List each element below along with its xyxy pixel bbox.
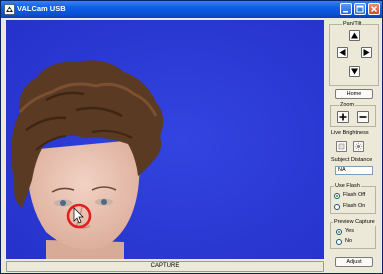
- app-window: VALCam USB CAPTURE Pan/Tilt Home Zoom Li…: [0, 0, 383, 274]
- radio-selected-dot: [338, 231, 340, 233]
- preview-yes-radio[interactable]: [336, 229, 342, 235]
- zoom-label: Zoom: [339, 102, 356, 109]
- arrow-down-icon: [351, 68, 358, 75]
- pan-tilt-label: Pan/Tilt: [342, 21, 363, 28]
- preview-capture-label: Preview Capture: [333, 219, 376, 226]
- close-icon: [370, 5, 378, 13]
- camera-app-icon: [4, 4, 15, 15]
- subject-distance-label: Subject Distance: [331, 157, 373, 163]
- brightness-down-button[interactable]: [336, 141, 347, 152]
- plus-icon: [339, 113, 347, 121]
- pan-tilt-group: Pan/Tilt: [329, 21, 379, 86]
- zoom-in-button[interactable]: [337, 111, 349, 123]
- live-brightness-label: Live Brightness: [331, 130, 369, 136]
- brightness-low-icon: [338, 143, 345, 150]
- minus-icon: [359, 116, 367, 118]
- flash-off-label[interactable]: Flash Off: [343, 192, 365, 199]
- arrow-right-icon: [363, 49, 370, 56]
- preview-no-radio[interactable]: [336, 239, 342, 245]
- adjust-button[interactable]: Adjust: [335, 257, 373, 267]
- minimize-icon: [343, 11, 348, 13]
- radio-selected-dot: [336, 195, 338, 197]
- control-panel: Pan/Tilt Home Zoom Live Brightness Subje…: [329, 20, 379, 272]
- maximize-button[interactable]: [354, 3, 366, 15]
- preview-image: [6, 20, 324, 259]
- flash-on-radio[interactable]: [334, 204, 340, 210]
- home-button[interactable]: Home: [335, 89, 373, 99]
- window-title: VALCam USB: [17, 4, 66, 13]
- pan-left-button[interactable]: [337, 47, 348, 58]
- brightness-high-icon: [354, 142, 363, 151]
- capture-button[interactable]: CAPTURE: [6, 261, 324, 272]
- preview-capture-group: Preview Capture Yes No: [330, 219, 376, 249]
- pan-right-button[interactable]: [361, 47, 372, 58]
- preview-no-label[interactable]: No: [345, 238, 352, 245]
- flash-on-label[interactable]: Flash On: [343, 203, 365, 210]
- close-button[interactable]: [368, 3, 380, 15]
- tilt-down-button[interactable]: [349, 66, 360, 77]
- zoom-group: Zoom: [330, 102, 376, 127]
- zoom-out-button[interactable]: [357, 111, 369, 123]
- arrow-left-icon: [339, 49, 346, 56]
- brightness-up-button[interactable]: [353, 141, 364, 152]
- preview-yes-label[interactable]: Yes: [345, 228, 354, 235]
- maximize-icon: [356, 5, 364, 13]
- flash-off-radio[interactable]: [334, 193, 340, 199]
- subject-distance-field: NA: [335, 166, 373, 175]
- arrow-up-icon: [351, 32, 358, 39]
- camera-preview[interactable]: [6, 20, 324, 259]
- minimize-button[interactable]: [340, 3, 352, 15]
- title-bar[interactable]: VALCam USB: [1, 1, 382, 18]
- tilt-up-button[interactable]: [349, 30, 360, 41]
- use-flash-label: Use Flash: [334, 183, 361, 190]
- use-flash-group: Use Flash Flash Off Flash On: [330, 183, 376, 214]
